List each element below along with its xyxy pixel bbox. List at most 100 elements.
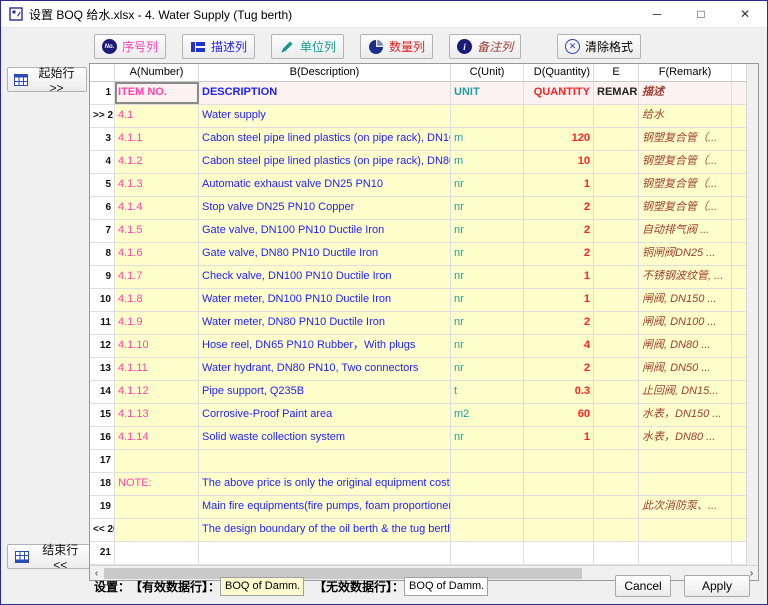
cell-c[interactable] [451,473,524,495]
cell-f[interactable]: 钢塑复合管（... [639,151,732,173]
cell-d[interactable] [524,473,594,495]
cell-c[interactable] [451,542,524,564]
cell-c[interactable]: t [451,381,524,403]
cell-d[interactable]: 2 [524,312,594,334]
cell-e[interactable] [594,496,639,518]
cell-extra[interactable] [732,358,746,380]
row-number[interactable]: << 20 [90,519,115,541]
cell-a[interactable]: 4.1.12 [115,381,199,403]
cell-d[interactable]: 0.3 [524,381,594,403]
cell-f[interactable]: 水表，DN150 ... [639,404,732,426]
cell-a[interactable]: NOTE: [115,473,199,495]
cell-a[interactable]: ITEM NO. [115,82,199,104]
cell-e[interactable] [594,151,639,173]
cell-extra[interactable] [732,312,746,334]
cell-d[interactable] [524,105,594,127]
cell-e[interactable] [594,174,639,196]
cell-c[interactable] [451,496,524,518]
cell-b[interactable]: Gate valve, DN80 PN10 Ductile Iron [199,243,451,265]
row-number[interactable]: 21 [90,542,115,564]
remark-column-button[interactable]: i 备注列 [449,34,521,59]
row-number[interactable]: 19 [90,496,115,518]
cell-f[interactable]: 钢塑复合管（... [639,197,732,219]
row-number[interactable]: 1 [90,82,115,104]
cell-a[interactable]: 4.1.1 [115,128,199,150]
cell-d[interactable] [524,519,594,541]
cell-f[interactable]: 铜闸阀DN25 ... [639,243,732,265]
row-number[interactable]: 14 [90,381,115,403]
cell-extra[interactable] [732,335,746,357]
cell-d[interactable]: 4 [524,335,594,357]
cell-d[interactable]: 2 [524,358,594,380]
cell-e[interactable] [594,404,639,426]
cell-extra[interactable] [732,151,746,173]
cell-d[interactable] [524,450,594,472]
cell-b[interactable]: Hose reel, DN65 PN10 Rubber，With plugs [199,335,451,357]
cell-e[interactable] [594,381,639,403]
cell-e[interactable] [594,289,639,311]
cell-d[interactable]: 2 [524,220,594,242]
quantity-column-button[interactable]: 数量列 [360,34,433,59]
cell-c[interactable]: nr [451,266,524,288]
description-column-button[interactable]: 描述列 [182,34,255,59]
cell-e[interactable] [594,266,639,288]
cell-extra[interactable] [732,82,746,104]
row-number[interactable]: >> 2 [90,105,115,127]
end-row-button[interactable]: 结束行 << [7,544,93,569]
cell-b[interactable]: Solid waste collection system [199,427,451,449]
cell-e[interactable] [594,220,639,242]
cell-a[interactable]: 4.1.6 [115,243,199,265]
row-number[interactable]: 5 [90,174,115,196]
clear-format-button[interactable]: ✕ 清除格式 [557,34,641,59]
cell-a[interactable]: 4.1.13 [115,404,199,426]
cell-c[interactable]: nr [451,197,524,219]
cell-b[interactable]: The above price is only the original equ… [199,473,451,495]
row-number[interactable]: 13 [90,358,115,380]
cell-extra[interactable] [732,289,746,311]
row-number[interactable]: 9 [90,266,115,288]
cell-f[interactable] [639,542,732,564]
cell-c[interactable]: nr [451,312,524,334]
cell-c[interactable] [451,105,524,127]
cell-a[interactable] [115,450,199,472]
start-row-button[interactable]: 起始行 >> [7,67,87,92]
cell-b[interactable]: Stop valve DN25 PN10 Copper [199,197,451,219]
cell-extra[interactable] [732,174,746,196]
row-number[interactable]: 16 [90,427,115,449]
cell-a[interactable]: 4.1.5 [115,220,199,242]
cell-c[interactable]: m2 [451,404,524,426]
cell-f[interactable]: 给水 [639,105,732,127]
cell-extra[interactable] [732,404,746,426]
cell-e[interactable] [594,542,639,564]
cell-b[interactable]: Water meter, DN100 PN10 Ductile Iron [199,289,451,311]
cell-a[interactable]: 4.1.2 [115,151,199,173]
cell-e[interactable] [594,243,639,265]
cell-extra[interactable] [732,542,746,564]
cell-b[interactable]: Water supply [199,105,451,127]
cell-e[interactable] [594,197,639,219]
cell-e[interactable] [594,128,639,150]
cell-e[interactable] [594,473,639,495]
maximize-button[interactable]: □ [679,1,723,27]
cell-c[interactable]: nr [451,174,524,196]
cell-d[interactable]: QUANTITY [524,82,594,104]
cell-c[interactable]: nr [451,358,524,380]
invalid-range-field[interactable] [404,577,488,596]
cell-extra[interactable] [732,519,746,541]
row-number[interactable]: 3 [90,128,115,150]
cell-e[interactable] [594,358,639,380]
cell-f[interactable]: 止回阀, DN15... [639,381,732,403]
cell-extra[interactable] [732,427,746,449]
unit-column-button[interactable]: 单位列 [271,34,344,59]
cell-f[interactable]: 闸阀, DN50 ... [639,358,732,380]
cell-f[interactable]: 描述 [639,82,732,104]
row-number[interactable]: 7 [90,220,115,242]
cell-e[interactable] [594,450,639,472]
cell-extra[interactable] [732,266,746,288]
cell-b[interactable]: Corrosive-Proof Paint area [199,404,451,426]
cell-extra[interactable] [732,128,746,150]
cell-b[interactable]: Cabon steel pipe lined plastics (on pipe… [199,151,451,173]
cell-f[interactable] [639,450,732,472]
cell-a[interactable]: 4.1.7 [115,266,199,288]
cell-f[interactable]: 水表，DN80 ... [639,427,732,449]
